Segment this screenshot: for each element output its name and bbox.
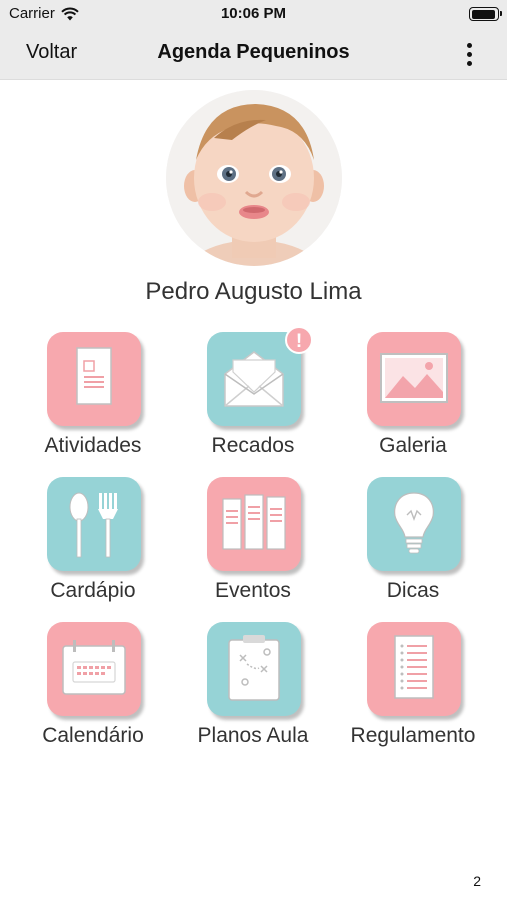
- more-options-button[interactable]: [457, 40, 481, 68]
- menu-item-label: Regulamento: [350, 724, 476, 747]
- menu-item-label: Galeria: [379, 434, 447, 457]
- newspaper-icon: [222, 494, 286, 550]
- menu-item-label: Planos Aula: [197, 724, 309, 747]
- calendar-icon: [62, 640, 126, 695]
- vertical-ellipsis-icon: [466, 42, 472, 48]
- menu-item-label: Calendário: [42, 724, 144, 747]
- status-bar: Carrier 10:06 PM: [0, 0, 507, 28]
- spoon-fork-icon: [69, 492, 118, 558]
- list-document-icon: [394, 635, 434, 699]
- status-time: 10:06 PM: [220, 5, 287, 22]
- navigation-bar: Voltar Agenda Pequeninos: [0, 28, 507, 80]
- menu-item-atividades[interactable]: Atividades: [13, 330, 173, 470]
- menu-item-label: Dicas: [386, 579, 440, 602]
- menu-item-planos-aula[interactable]: Planos Aula: [173, 620, 333, 760]
- menu-item-calendario[interactable]: Calendário: [13, 620, 173, 760]
- menu-item-eventos[interactable]: Eventos: [173, 475, 333, 615]
- menu-item-dicas[interactable]: Dicas: [333, 475, 493, 615]
- menu-item-galeria[interactable]: Galeria: [333, 330, 493, 470]
- lightbulb-icon: [394, 492, 434, 554]
- notification-badge: !: [285, 326, 313, 354]
- battery-icon: [469, 7, 502, 21]
- menu-item-regulamento[interactable]: Regulamento: [333, 620, 493, 760]
- back-button[interactable]: Voltar: [26, 41, 77, 64]
- child-name: Pedro Augusto Lima: [145, 278, 362, 305]
- menu-item-label: Atividades: [44, 434, 142, 457]
- picture-icon: [380, 353, 448, 403]
- avatar: [166, 90, 342, 266]
- clipboard-plan-icon: [228, 635, 280, 701]
- menu-item-label: Cardápio: [50, 579, 136, 602]
- document-icon: [76, 347, 112, 405]
- menu-item-cardapio[interactable]: Cardápio: [13, 475, 173, 615]
- menu-item-label: Recados: [211, 434, 295, 457]
- menu-item-label: Eventos: [215, 579, 291, 602]
- page-number: 2: [473, 873, 481, 889]
- menu-item-recados[interactable]: ! Recados: [173, 326, 333, 470]
